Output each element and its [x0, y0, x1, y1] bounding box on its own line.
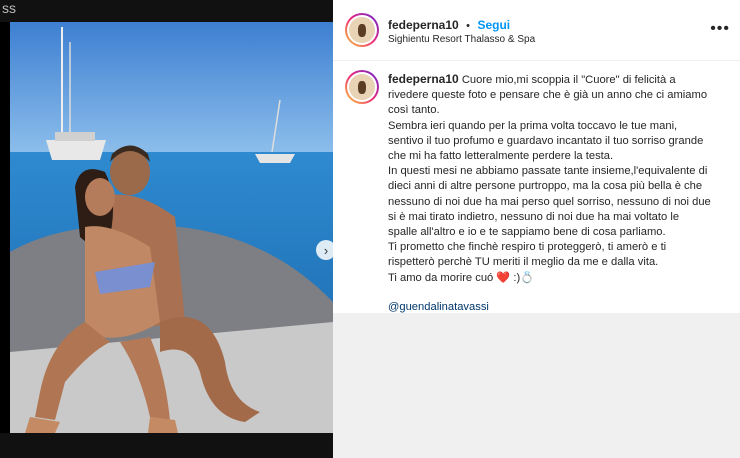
background-text: ss: [2, 0, 16, 16]
caption-line: si è mai tirato indietro, nessuno di noi…: [388, 210, 680, 223]
post-photo[interactable]: ›: [10, 22, 333, 433]
caption-line: rispetterò perchè TU meriti il meglio da…: [388, 256, 659, 269]
mention-link[interactable]: @guendalinatavassi: [388, 301, 489, 313]
caption-avatar[interactable]: [345, 70, 379, 104]
caption-username[interactable]: fedeperna10: [388, 72, 459, 86]
caption-line: Sembra ieri quando per la prima volta to…: [388, 119, 678, 132]
caption-line: spalle all'altro e io e te sappiamo bene…: [388, 226, 666, 239]
header-user-row: fedeperna10 • Segui: [388, 16, 510, 34]
avatar[interactable]: [345, 13, 379, 47]
caption-line: così tanto.: [388, 104, 440, 117]
caption-line: dieci anni di altre persone purtroppo, m…: [388, 180, 703, 193]
caption-line: sentivo il tuo profumo e guardavo incant…: [388, 134, 704, 147]
follow-button[interactable]: Segui: [477, 18, 510, 32]
caption-line: rivedere queste foto e pensare che è già…: [388, 89, 708, 102]
caption-line: Ti prometto che finchè respiro ti proteg…: [388, 241, 667, 254]
username-link[interactable]: fedeperna10: [388, 18, 459, 32]
caption-line: che mi ha fatto letteralmente perdere la…: [388, 150, 614, 163]
caption-line: In questi mesi ne abbiamo passate tante …: [388, 165, 708, 178]
chevron-right-icon: ›: [323, 242, 329, 258]
separator-dot: •: [466, 20, 471, 32]
beach-boat-photo-image: [10, 22, 333, 433]
post-side-panel: fedeperna10 • Segui Sighientu Resort Tha…: [333, 0, 740, 458]
caption-line: nessuno di noi due ha mai perso quel sor…: [388, 195, 711, 208]
location-link[interactable]: Sighientu Resort Thalasso & Spa: [388, 34, 535, 45]
background-band: [333, 313, 740, 458]
caption-line: Ti amo da morire cuó ❤️ :)💍: [388, 271, 535, 284]
more-options-icon[interactable]: •••: [710, 20, 730, 38]
post-header: fedeperna10 • Segui Sighientu Resort Tha…: [333, 0, 740, 61]
caption-line: Cuore mio,mi scoppia il "Cuore" di felic…: [461, 74, 676, 86]
post-caption: fedeperna10 Cuore mio,mi scoppia il "Cuo…: [388, 72, 728, 315]
carousel-next-button[interactable]: ›: [316, 240, 333, 260]
